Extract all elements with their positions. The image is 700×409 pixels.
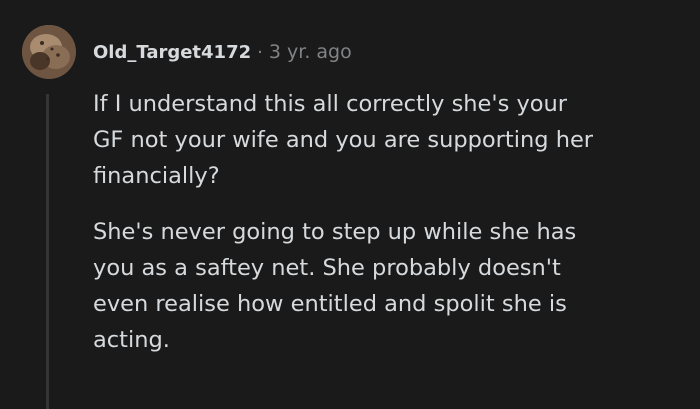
comment-header: Old_Target4172 · 3 yr. ago <box>93 37 352 67</box>
timestamp-link[interactable]: 3 yr. ago <box>269 41 352 63</box>
comment-body: If I understand this all correctly she's… <box>93 86 683 378</box>
comment-paragraph: She's never going to step up while she h… <box>93 219 577 353</box>
comment-paragraph: If I understand this all correctly she's… <box>93 91 594 189</box>
user-avatar-icon[interactable] <box>22 25 76 79</box>
comment: Old_Target4172 · 3 yr. ago If I understa… <box>0 0 700 409</box>
username-link[interactable]: Old_Target4172 <box>93 42 251 63</box>
avatar-image <box>22 25 76 79</box>
meta-separator: · <box>257 41 263 63</box>
thread-collapse-line[interactable] <box>46 94 49 409</box>
